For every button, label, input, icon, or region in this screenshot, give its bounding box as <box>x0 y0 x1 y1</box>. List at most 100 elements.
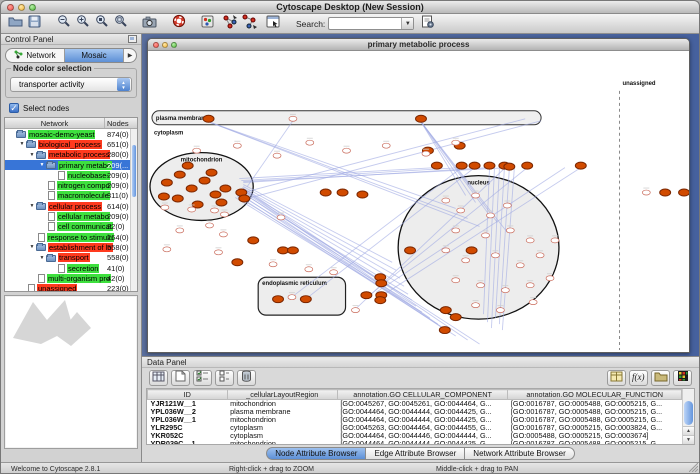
network-node[interactable] <box>273 296 284 303</box>
view-close-icon[interactable] <box>153 42 159 48</box>
table-row[interactable]: YJR121W__1mitochondrion[GO:0045267, GO:0… <box>148 400 682 409</box>
network-tree-row[interactable]: nucleobase-209(0) <box>5 170 130 180</box>
network-tree-row[interactable]: cellular metabo209(0) <box>5 211 130 221</box>
network-node[interactable] <box>660 189 671 196</box>
network-node[interactable] <box>176 228 184 233</box>
network-node[interactable] <box>193 148 201 153</box>
attribute-grid-button[interactable] <box>149 370 168 386</box>
network-node[interactable] <box>199 177 210 184</box>
network-node[interactable] <box>278 247 289 254</box>
table-scrollbar-thumb[interactable] <box>684 401 693 425</box>
view-zoom-icon[interactable] <box>171 42 177 48</box>
window-titlebar[interactable]: Cytoscape Desktop (New Session) <box>1 1 699 14</box>
expander-icon[interactable]: ▼ <box>28 152 36 158</box>
network-node[interactable] <box>472 193 480 198</box>
network-view-titlebar[interactable]: primary metabolic process <box>148 39 689 51</box>
network-tree-row[interactable]: nitrogen compo209(0) <box>5 180 130 190</box>
network-node[interactable] <box>472 303 480 308</box>
network-node[interactable] <box>206 223 214 228</box>
network-node[interactable] <box>452 278 460 283</box>
network-node[interactable] <box>442 248 450 253</box>
expander-icon[interactable]: ▼ <box>28 203 36 209</box>
zoom-selected-button[interactable] <box>92 15 111 32</box>
network-tree-row[interactable]: cell communicat22(0) <box>5 222 130 232</box>
tree-column-network[interactable]: Network <box>5 118 105 128</box>
network-node[interactable] <box>482 233 490 238</box>
open-button[interactable] <box>6 15 25 32</box>
table-row[interactable]: YLR295Ccytoplasm[GO:0045263, GO:0044464,… <box>148 424 682 432</box>
network-node[interactable] <box>504 163 515 170</box>
zoom-in-button[interactable] <box>73 15 92 32</box>
network-node[interactable] <box>203 115 214 122</box>
network-tree-row[interactable]: ▼establishment of lo558(0) <box>5 242 130 252</box>
network-node[interactable] <box>300 296 311 303</box>
network-node[interactable] <box>163 247 171 252</box>
network-node[interactable] <box>273 153 281 158</box>
select-nodes-checkbox[interactable]: ✓ Select nodes <box>1 100 141 115</box>
tree-scrollbar-thumb[interactable] <box>132 145 136 197</box>
network-tree-row[interactable]: multi-organism pro42(0) <box>5 273 130 283</box>
snapshot-button[interactable] <box>140 15 159 32</box>
network-node[interactable] <box>452 140 460 145</box>
network-tree-row[interactable]: macromolecule311(0) <box>5 191 130 201</box>
network-node[interactable] <box>161 179 172 186</box>
network-node[interactable] <box>452 228 460 233</box>
network-node[interactable] <box>679 189 689 196</box>
network-node[interactable] <box>206 169 217 176</box>
tab-mosaic[interactable]: Mosaic <box>64 49 123 62</box>
network-node[interactable] <box>233 143 241 148</box>
birdseye-view[interactable] <box>4 295 138 449</box>
minimize-icon[interactable] <box>18 4 25 11</box>
table-row[interactable]: YKR052Ccytoplasm[GO:0044464, GO:0044446,… <box>148 432 682 440</box>
network-node[interactable] <box>416 115 427 122</box>
network-node[interactable] <box>526 283 534 288</box>
network-node[interactable] <box>484 162 495 169</box>
tree-column-nodes[interactable]: Nodes <box>105 118 137 128</box>
network-node[interactable] <box>288 295 296 300</box>
zoom-out-button[interactable] <box>54 15 73 32</box>
network-node[interactable] <box>442 198 450 203</box>
search-settings-button[interactable] <box>418 15 437 32</box>
network-node[interactable] <box>506 228 514 233</box>
network-node[interactable] <box>491 253 499 258</box>
table-row[interactable]: YPL036W__1mitochondrion[GO:0044464, GO:0… <box>148 416 682 424</box>
network-node[interactable] <box>186 185 197 192</box>
network-node[interactable] <box>522 162 533 169</box>
network-tree-row[interactable]: ▼primary metabo209(... <box>5 160 130 170</box>
network-tree-row[interactable]: ▼biological_process651(0) <box>5 139 130 149</box>
network-node[interactable] <box>306 140 314 145</box>
network-node[interactable] <box>466 247 477 254</box>
network-node[interactable] <box>496 308 504 313</box>
network-tree-row[interactable]: unassigned223(0) <box>5 283 130 292</box>
network-node[interactable] <box>182 162 193 169</box>
network-node[interactable] <box>501 288 509 293</box>
network-node[interactable] <box>289 116 297 121</box>
network-node[interactable] <box>382 143 390 148</box>
close-icon[interactable] <box>7 4 14 11</box>
network-node[interactable] <box>239 195 250 202</box>
network-tree-row[interactable]: mosaic-demo-yeast874(0) <box>5 129 130 139</box>
table-scrollbar[interactable]: ▲ ▼ <box>682 389 694 444</box>
network-node[interactable] <box>526 238 534 243</box>
network-node[interactable] <box>277 215 285 220</box>
network-node[interactable] <box>516 263 524 268</box>
network-node[interactable] <box>450 314 461 321</box>
network-node[interactable] <box>172 195 183 202</box>
table-row[interactable]: YDR039C__1mitochondrion[GO:0044464, GO:0… <box>148 440 682 445</box>
attribute-table[interactable]: ID_cellularLayoutRegionannotation.GO CEL… <box>147 389 682 445</box>
node-color-dropdown[interactable]: transporter activity ▲▼ <box>10 77 132 92</box>
network-view-window[interactable]: primary metabolic process plasma membran… <box>147 38 690 353</box>
network-node[interactable] <box>211 208 219 213</box>
network-node[interactable] <box>361 292 372 299</box>
network-node[interactable] <box>486 213 494 218</box>
network-node[interactable] <box>330 270 338 275</box>
network-node[interactable] <box>210 191 221 198</box>
network-canvas[interactable]: plasma membranecytoplasmmitochondrionnuc… <box>148 51 689 352</box>
tab-network[interactable]: Network <box>6 49 64 62</box>
formula-builder-button[interactable]: f(x) <box>629 370 648 386</box>
network-node[interactable] <box>269 262 277 267</box>
network-node[interactable] <box>457 208 465 213</box>
scroll-down-icon[interactable]: ▼ <box>683 435 694 444</box>
network-node[interactable] <box>357 191 368 198</box>
network-tree-row[interactable]: ▼transport558(0) <box>5 253 130 263</box>
